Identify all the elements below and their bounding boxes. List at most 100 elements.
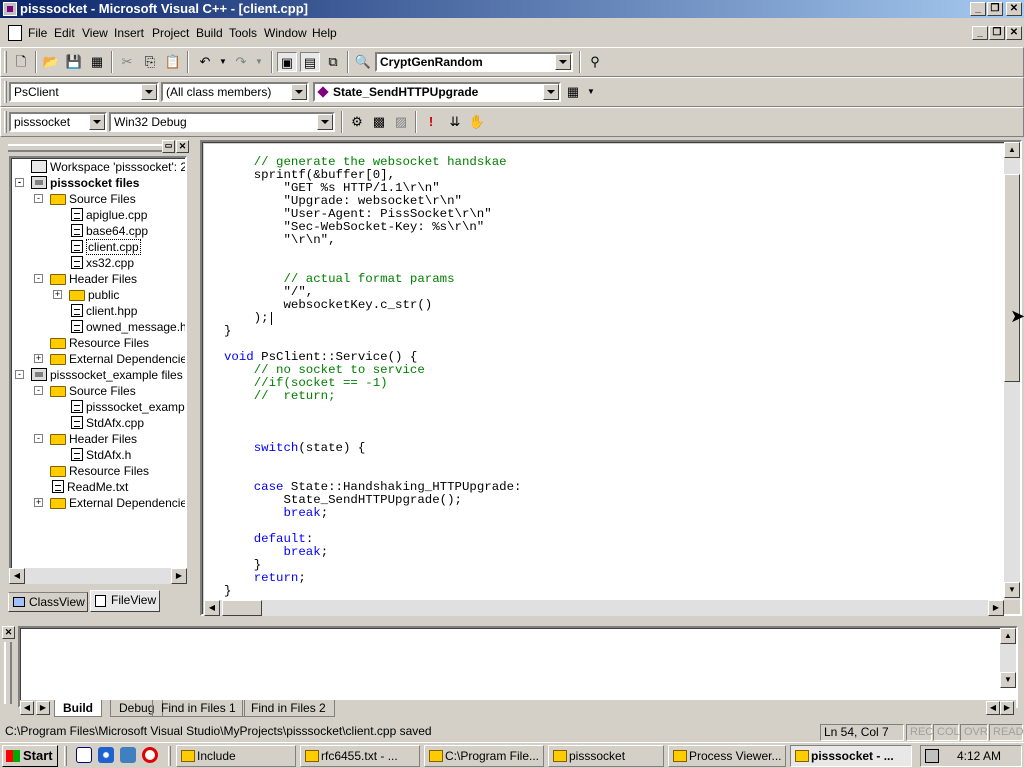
- scroll-thumb[interactable]: [1004, 174, 1020, 382]
- task-pisssocket-folder[interactable]: pisssocket: [548, 745, 664, 767]
- network-icon[interactable]: [120, 747, 136, 763]
- tray-icon[interactable]: [925, 749, 939, 763]
- find-in-files-icon[interactable]: 🔍: [353, 52, 373, 72]
- save-icon[interactable]: 💾: [64, 52, 84, 72]
- project-combo[interactable]: pisssocket: [9, 112, 107, 132]
- tab-scroll-right-icon[interactable]: ▶: [36, 701, 50, 715]
- toolbar-grip[interactable]: [4, 81, 7, 103]
- tree-item[interactable]: base64.cpp: [69, 223, 148, 239]
- tree-item[interactable]: client.hpp: [69, 303, 137, 319]
- tree-item[interactable]: + External Dependencies: [34, 495, 185, 511]
- tab-classview[interactable]: ClassView: [8, 592, 88, 612]
- editor-horizontal-scrollbar[interactable]: ◀ ▶: [204, 600, 1004, 616]
- go-debug-icon[interactable]: ⇊: [445, 112, 465, 132]
- save-all-icon[interactable]: ▦: [87, 52, 107, 72]
- task-process-viewer[interactable]: Process Viewer...: [668, 745, 786, 767]
- menu-project[interactable]: Project: [152, 26, 189, 40]
- menu-file[interactable]: File: [28, 26, 47, 40]
- scroll-left-icon[interactable]: ◀: [9, 568, 25, 584]
- scroll-thumb[interactable]: [222, 600, 262, 616]
- undo-icon[interactable]: ↶: [195, 52, 215, 72]
- expand-icon[interactable]: +: [34, 354, 43, 363]
- opera-icon[interactable]: [142, 747, 158, 763]
- tab-build[interactable]: Build: [54, 700, 102, 717]
- start-button[interactable]: Start: [2, 745, 58, 767]
- build-icon[interactable]: ▩: [369, 112, 389, 132]
- find-binoculars-icon[interactable]: ⚲: [585, 52, 605, 72]
- tree-item[interactable]: pisssocket_exampl: [69, 399, 185, 415]
- tree-item[interactable]: - Header Files: [34, 431, 137, 447]
- app-icon[interactable]: [3, 2, 17, 16]
- show-desktop-icon[interactable]: [76, 747, 92, 763]
- clock[interactable]: 4:12 AM: [957, 749, 1001, 763]
- tree-horizontal-scrollbar[interactable]: ◀ ▶: [9, 568, 187, 584]
- tree-item[interactable]: - Source Files: [34, 191, 136, 207]
- output-vertical-scrollbar[interactable]: ▲ ▼: [1000, 628, 1016, 688]
- child-close-button[interactable]: ✕: [1006, 26, 1022, 40]
- chevron-down-icon[interactable]: [555, 54, 571, 70]
- title-bar[interactable]: pisssocket - Microsoft Visual C++ - [cli…: [0, 0, 1024, 18]
- menu-insert[interactable]: Insert: [114, 26, 144, 40]
- toolbar-grip[interactable]: [4, 111, 7, 133]
- child-minimize-button[interactable]: _: [972, 26, 988, 40]
- paste-icon[interactable]: 📋: [163, 52, 183, 72]
- collapse-icon[interactable]: -: [15, 178, 24, 187]
- chevron-down-icon[interactable]: [291, 84, 307, 100]
- task-program-files[interactable]: C:\Program File...: [424, 745, 544, 767]
- redo-icon[interactable]: ↷: [231, 52, 251, 72]
- open-folder-icon[interactable]: 📂: [41, 52, 61, 72]
- child-restore-button[interactable]: ❐: [989, 26, 1005, 40]
- expand-icon[interactable]: +: [34, 498, 43, 507]
- breakpoint-hand-icon[interactable]: ✋: [467, 112, 487, 132]
- close-button[interactable]: ✕: [1006, 2, 1022, 16]
- chevron-down-icon[interactable]: [141, 84, 157, 100]
- menu-edit[interactable]: Edit: [54, 26, 75, 40]
- internet-explorer-icon[interactable]: [98, 747, 114, 763]
- scroll-down-icon[interactable]: ▼: [1004, 582, 1020, 598]
- wizard-dropdown-icon[interactable]: ▼: [581, 82, 601, 102]
- new-text-file-icon[interactable]: 🗋: [11, 52, 31, 72]
- tree-item[interactable]: + External Dependencies: [34, 351, 185, 367]
- scroll-left-icon[interactable]: ◀: [986, 701, 1000, 715]
- scroll-right-icon[interactable]: ▶: [988, 600, 1004, 616]
- window-list-icon[interactable]: ⧉: [323, 52, 343, 72]
- scroll-down-icon[interactable]: ▼: [1000, 672, 1016, 688]
- tree-item[interactable]: ReadMe.txt: [50, 479, 128, 495]
- tree-item[interactable]: - pisssocket_example files: [15, 367, 183, 383]
- panel-close-button[interactable]: ✕: [176, 140, 189, 153]
- file-tree[interactable]: Workspace 'pisssocket': 2 proje-pisssock…: [9, 156, 187, 584]
- class-combo[interactable]: PsClient: [9, 82, 159, 102]
- task-pisssocket-vc[interactable]: pisssocket - ...: [790, 745, 912, 767]
- tab-scroll-left-icon[interactable]: ◀: [20, 701, 34, 715]
- collapse-icon[interactable]: -: [34, 194, 43, 203]
- menu-tools[interactable]: Tools: [229, 26, 257, 40]
- cut-icon[interactable]: ✂: [117, 52, 137, 72]
- tree-item[interactable]: owned_message.h: [69, 319, 185, 335]
- chevron-down-icon[interactable]: [317, 114, 333, 130]
- tree-item[interactable]: client.cpp: [69, 239, 141, 255]
- document-icon[interactable]: [8, 25, 22, 41]
- menu-window[interactable]: Window: [264, 26, 307, 40]
- members-combo[interactable]: (All class members): [161, 82, 309, 102]
- find-combo[interactable]: CryptGenRandom: [375, 52, 573, 72]
- compile-icon[interactable]: ⚙: [347, 112, 367, 132]
- undo-dropdown-icon[interactable]: ▼: [213, 52, 233, 72]
- tab-find-in-files-1[interactable]: Find in Files 1: [152, 700, 245, 717]
- tree-item[interactable]: + public: [53, 287, 119, 303]
- workspace-toggle-icon[interactable]: ▣: [277, 52, 297, 72]
- panel-grip[interactable]: [8, 144, 164, 152]
- chevron-down-icon[interactable]: [89, 114, 105, 130]
- task-include[interactable]: Include: [176, 745, 296, 767]
- tab-find-in-files-2[interactable]: Find in Files 2: [242, 700, 335, 717]
- chevron-down-icon[interactable]: [543, 84, 559, 100]
- editor-vertical-scrollbar[interactable]: ▲ ▼: [1004, 142, 1020, 600]
- scroll-left-icon[interactable]: ◀: [204, 600, 220, 616]
- output-toggle-icon[interactable]: ▤: [300, 52, 320, 72]
- tree-item[interactable]: Resource Files: [50, 335, 149, 351]
- tree-item[interactable]: - pisssocket files: [15, 175, 139, 191]
- output-text-area[interactable]: ▲ ▼: [18, 626, 1018, 708]
- scroll-up-icon[interactable]: ▲: [1000, 628, 1016, 644]
- tree-item[interactable]: apiglue.cpp: [69, 207, 147, 223]
- scroll-right-icon[interactable]: ▶: [1000, 701, 1014, 715]
- scroll-up-icon[interactable]: ▲: [1004, 142, 1020, 158]
